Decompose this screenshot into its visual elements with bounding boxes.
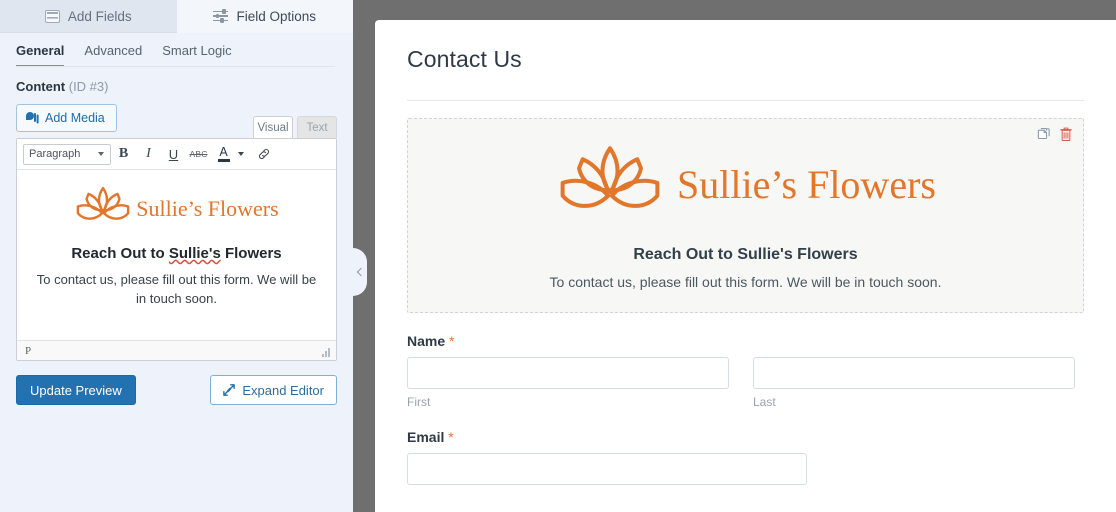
editor-content-area[interactable]: Sullie’s Flowers Reach Out to Sullie's F…	[17, 170, 336, 340]
content-field-label: Content (ID #3)	[0, 67, 353, 94]
page-title: Contact Us	[407, 46, 1084, 73]
block-action-buttons	[1036, 127, 1073, 147]
field-email-col	[407, 453, 807, 485]
editor-heading-before: Reach Out to	[71, 245, 169, 262]
duplicate-icon[interactable]	[1036, 127, 1051, 147]
text-color-label: A	[219, 146, 227, 158]
editor-paragraph: To contact us, please fill out this form…	[29, 271, 324, 309]
link-icon	[257, 147, 271, 161]
field-name: Name * First Last	[407, 333, 1084, 409]
preview-logo-row: Sullie’s Flowers	[428, 141, 1063, 228]
field-email-label-text: Email	[407, 429, 444, 445]
editor-toolbar: Paragraph B I U ABC A	[17, 139, 336, 170]
trash-icon[interactable]	[1059, 127, 1073, 147]
field-options-panel: Add Fields Field Options General Advance…	[0, 0, 353, 512]
add-media-button[interactable]: Add Media	[16, 104, 117, 132]
format-select-value: Paragraph	[29, 148, 80, 160]
update-preview-label: Update Preview	[30, 383, 122, 398]
grid-icon	[45, 10, 60, 23]
chevron-down-icon	[238, 152, 244, 156]
content-field-title: Content	[16, 79, 65, 94]
tab-add-fields-label: Add Fields	[68, 9, 132, 24]
preview-logo-text: Sullie’s Flowers	[677, 161, 936, 208]
sub-tab-bar: General Advanced Smart Logic	[0, 33, 353, 67]
sub-tab-advanced[interactable]: Advanced	[84, 43, 142, 67]
required-asterisk: *	[448, 429, 453, 445]
preview-paragraph: To contact us, please fill out this form…	[428, 274, 1063, 290]
preview-heading: Reach Out to Sullie's Flowers	[428, 246, 1063, 264]
field-name-first: First	[407, 357, 729, 409]
expand-editor-label: Expand Editor	[242, 383, 324, 398]
wysiwyg-editor: Paragraph B I U ABC A	[16, 138, 337, 361]
text-color-dropdown[interactable]	[234, 142, 248, 166]
content-field-id: (ID #3)	[69, 79, 109, 94]
title-divider	[407, 100, 1084, 101]
resize-handle[interactable]	[322, 348, 331, 357]
required-asterisk: *	[449, 333, 454, 349]
field-name-label: Name *	[407, 333, 1084, 349]
panel-tab-bar: Add Fields Field Options	[0, 0, 353, 33]
editor-heading-misspelled: Sullie's	[169, 245, 221, 262]
expand-editor-button[interactable]: Expand Editor	[210, 375, 337, 405]
sub-tab-smart-logic[interactable]: Smart Logic	[162, 43, 231, 67]
media-icon	[26, 112, 39, 125]
chevron-down-icon	[98, 152, 104, 156]
sliders-icon	[213, 10, 228, 23]
underline-button[interactable]: U	[161, 142, 186, 166]
field-name-last: Last	[753, 357, 1075, 409]
form-preview-panel: Contact Us	[375, 20, 1116, 512]
field-email: Email *	[407, 429, 1084, 485]
editor-heading-after: Flowers	[221, 245, 282, 262]
tab-field-options[interactable]: Field Options	[177, 0, 354, 33]
tab-text[interactable]: Text	[297, 116, 337, 138]
text-color-button[interactable]: A	[213, 142, 234, 166]
editor-element-path: P	[25, 345, 31, 357]
update-preview-button[interactable]: Update Preview	[16, 375, 136, 405]
add-media-row: Add Media Visual Text	[0, 94, 353, 138]
add-media-label: Add Media	[45, 111, 105, 125]
chevron-left-icon	[357, 268, 365, 276]
sub-tab-general[interactable]: General	[16, 43, 64, 67]
tab-field-options-label: Field Options	[236, 9, 316, 24]
tab-add-fields[interactable]: Add Fields	[0, 0, 177, 33]
format-select[interactable]: Paragraph	[23, 144, 111, 165]
bold-button[interactable]: B	[111, 142, 136, 166]
editor-logo-text: Sullie’s Flowers	[136, 196, 278, 222]
editor-logo-row: Sullie’s Flowers	[29, 180, 324, 241]
last-name-input[interactable]	[753, 357, 1075, 389]
field-name-label-text: Name	[407, 333, 445, 349]
editor-mode-tabs: Visual Text	[253, 116, 337, 138]
lotus-flower-icon	[555, 141, 665, 228]
insert-link-button[interactable]	[251, 142, 276, 166]
last-name-sublabel: Last	[753, 395, 1075, 409]
first-name-input[interactable]	[407, 357, 729, 389]
editor-status-bar: P	[17, 340, 336, 360]
content-field-block[interactable]: Sullie’s Flowers Reach Out to Sullie's F…	[407, 118, 1084, 313]
panel-divider	[353, 0, 375, 512]
email-input[interactable]	[407, 453, 807, 485]
editor-action-buttons: Update Preview Expand Editor	[0, 361, 353, 405]
expand-arrows-icon	[223, 384, 235, 396]
first-name-sublabel: First	[407, 395, 729, 409]
editor-heading: Reach Out to Sullie's Flowers	[29, 245, 324, 262]
text-color-swatch	[218, 159, 230, 162]
collapse-panel-handle[interactable]	[353, 248, 367, 296]
tab-visual[interactable]: Visual	[253, 116, 293, 138]
italic-button[interactable]: I	[136, 142, 161, 166]
strikethrough-button[interactable]: ABC	[186, 142, 211, 166]
sub-tab-divider	[16, 66, 335, 67]
field-email-label: Email *	[407, 429, 1084, 445]
lotus-flower-icon	[74, 184, 132, 233]
